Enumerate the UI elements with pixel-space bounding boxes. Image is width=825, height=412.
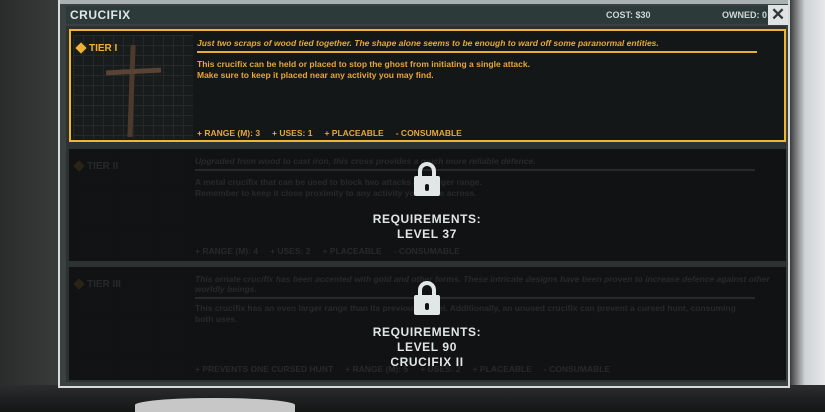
lock-icon xyxy=(414,281,440,315)
tier-stats: + RANGE (M): 3 + USES: 1 + PLACEABLE - C… xyxy=(197,128,462,138)
diamond-icon xyxy=(75,42,87,54)
tier-list: TIER I Just two scraps of wood tied toge… xyxy=(66,26,786,382)
tier-name: TIER III xyxy=(73,278,121,290)
tier-stats: + RANGE (M): 4 + USES: 2 + PLACEABLE - C… xyxy=(195,246,460,256)
stat: + RANGE (M): 4 xyxy=(195,246,259,256)
stat: + USES: 1 xyxy=(272,128,313,138)
item-owned: OWNED: 0 xyxy=(722,10,767,20)
stat: - CONSUMABLE xyxy=(543,364,610,374)
stat: - CONSUMABLE xyxy=(395,128,462,138)
tier-flavor-text: This ornate crucifix has been accented w… xyxy=(195,274,770,294)
divider xyxy=(197,51,757,53)
tier-card-2[interactable]: TIER II Upgraded from wood to cast iron,… xyxy=(69,149,786,261)
tier-description: This crucifix can be held or placed to s… xyxy=(197,59,530,80)
lamp-shade xyxy=(135,398,295,412)
close-icon[interactable]: ✕ xyxy=(768,5,788,25)
room-floor xyxy=(0,385,825,412)
stat: + RANGE (M): 3 xyxy=(197,128,261,138)
stat: + PLACEABLE xyxy=(324,128,384,138)
lock-icon xyxy=(414,162,440,196)
tier-name: TIER I xyxy=(75,42,117,54)
tier-requirements: REQUIREMENTS: LEVEL 90 CRUCIFIX II xyxy=(372,325,482,369)
tier-description: This crucifix has an even larger range t… xyxy=(195,303,736,324)
tier-flavor-text: Just two scraps of wood tied together. T… xyxy=(197,38,659,48)
diamond-icon xyxy=(73,160,85,172)
tier-requirements: REQUIREMENTS: LEVEL 37 xyxy=(372,212,482,241)
diamond-icon xyxy=(73,278,85,290)
tier-name: TIER II xyxy=(73,160,118,172)
divider xyxy=(195,169,755,171)
stat: + USES: 2 xyxy=(270,246,311,256)
crucifix-tier1-image: TIER I xyxy=(73,35,193,139)
tier-card-3[interactable]: TIER III This ornate crucifix has been a… xyxy=(69,267,786,380)
cross-vertical xyxy=(127,44,136,138)
stat: - CONSUMABLE xyxy=(393,246,460,256)
item-cost: COST: $30 xyxy=(606,10,651,20)
stat: + PLACEABLE xyxy=(322,246,382,256)
crucifix-tier3-image: TIER III xyxy=(71,271,191,375)
item-header: CRUCIFIX COST: $30 OWNED: 0 xyxy=(66,6,768,24)
tier-card-1[interactable]: TIER I Just two scraps of wood tied toge… xyxy=(69,29,786,142)
tier-flavor-text: Upgraded from wood to cast iron, this cr… xyxy=(195,156,536,166)
tier-description: A metal crucifix that can be used to blo… xyxy=(195,177,482,198)
item-panel: CRUCIFIX COST: $30 OWNED: 0 ✕ TIER I Jus… xyxy=(58,0,790,388)
crucifix-tier2-image: TIER II xyxy=(71,153,191,257)
divider xyxy=(195,297,755,299)
panel-topbar xyxy=(60,0,788,4)
item-title: CRUCIFIX xyxy=(70,8,131,22)
